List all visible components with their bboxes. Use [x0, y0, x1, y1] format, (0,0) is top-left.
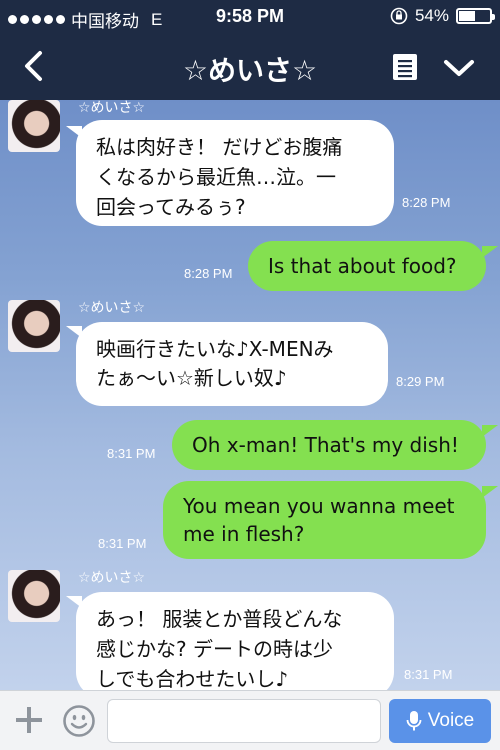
message-line: くなるから最近魚…泣。一	[96, 165, 336, 189]
chat-header: ☆めいさ☆	[0, 34, 500, 100]
avatar[interactable]	[8, 100, 60, 152]
message-line: あっ！ 服装とか普段どんな	[96, 607, 343, 631]
battery-icon	[456, 8, 495, 24]
avatar[interactable]	[8, 300, 60, 352]
message-line: たぁ～い☆新しい奴♪	[96, 366, 287, 390]
message-bubble-outgoing[interactable]: You mean you wanna meet me in flesh?	[163, 481, 486, 559]
message-bubble-outgoing[interactable]: Is that about food?	[248, 241, 486, 291]
emoji-icon[interactable]	[62, 704, 96, 738]
voice-button[interactable]: Voice	[389, 699, 491, 743]
chevron-down-icon[interactable]	[442, 54, 476, 82]
chat-messages[interactable]: ☆めいさ☆ 私は肉好き！ だけどお腹痛 くなるから最近魚…泣。一 回会ってみるぅ…	[0, 100, 500, 690]
message-line: me in flesh?	[183, 522, 305, 546]
message-bubble-outgoing[interactable]: Oh x-man! That's my dish!	[172, 420, 486, 470]
message-time: 8:28 PM	[402, 195, 451, 210]
message-line: しでも合わせたいし♪	[96, 667, 289, 690]
orientation-lock-icon	[390, 7, 408, 25]
message-bubble-incoming[interactable]: 映画行きたいな♪X-MENみ たぁ～い☆新しい奴♪	[76, 322, 388, 406]
message-time: 8:31 PM	[107, 446, 156, 461]
status-bar: 中国移动 E 9:58 PM 54%	[0, 0, 500, 34]
battery-level	[459, 11, 475, 21]
message-bubble-incoming[interactable]: 私は肉好き！ だけどお腹痛 くなるから最近魚…泣。一 回会ってみるぅ?	[76, 120, 394, 226]
message-line: 回会ってみるぅ?	[96, 195, 246, 219]
message-line: Oh x-man! That's my dish!	[192, 433, 459, 457]
message-time: 8:31 PM	[404, 667, 453, 682]
message-input-bar: Voice	[0, 690, 500, 750]
message-time: 8:28 PM	[184, 266, 233, 281]
sender-name: ☆めいさ☆	[78, 100, 146, 116]
message-time: 8:29 PM	[396, 374, 445, 389]
message-line: You mean you wanna meet	[183, 494, 455, 518]
notes-icon[interactable]	[390, 52, 420, 82]
plus-icon[interactable]	[14, 705, 44, 735]
message-line: 私は肉好き！ だけどお腹痛	[96, 135, 343, 159]
message-line: Is that about food?	[268, 254, 457, 278]
sender-name: ☆めいさ☆	[78, 570, 146, 586]
microphone-icon	[406, 711, 422, 731]
message-line: 感じかな? デートの時は少	[96, 637, 333, 661]
sender-name: ☆めいさ☆	[78, 300, 146, 316]
message-time: 8:31 PM	[98, 536, 147, 551]
message-line: 映画行きたいな♪X-MENみ	[96, 337, 334, 361]
avatar[interactable]	[8, 570, 60, 622]
chat-title: ☆めいさ☆	[182, 54, 318, 87]
message-bubble-incoming[interactable]: あっ！ 服装とか普段どんな 感じかな? デートの時は少 しでも合わせたいし♪	[76, 592, 394, 690]
battery-percent: 54%	[414, 6, 449, 25]
message-input[interactable]	[107, 699, 381, 743]
status-right: 54%	[390, 6, 495, 26]
voice-button-label: Voice	[427, 710, 475, 731]
